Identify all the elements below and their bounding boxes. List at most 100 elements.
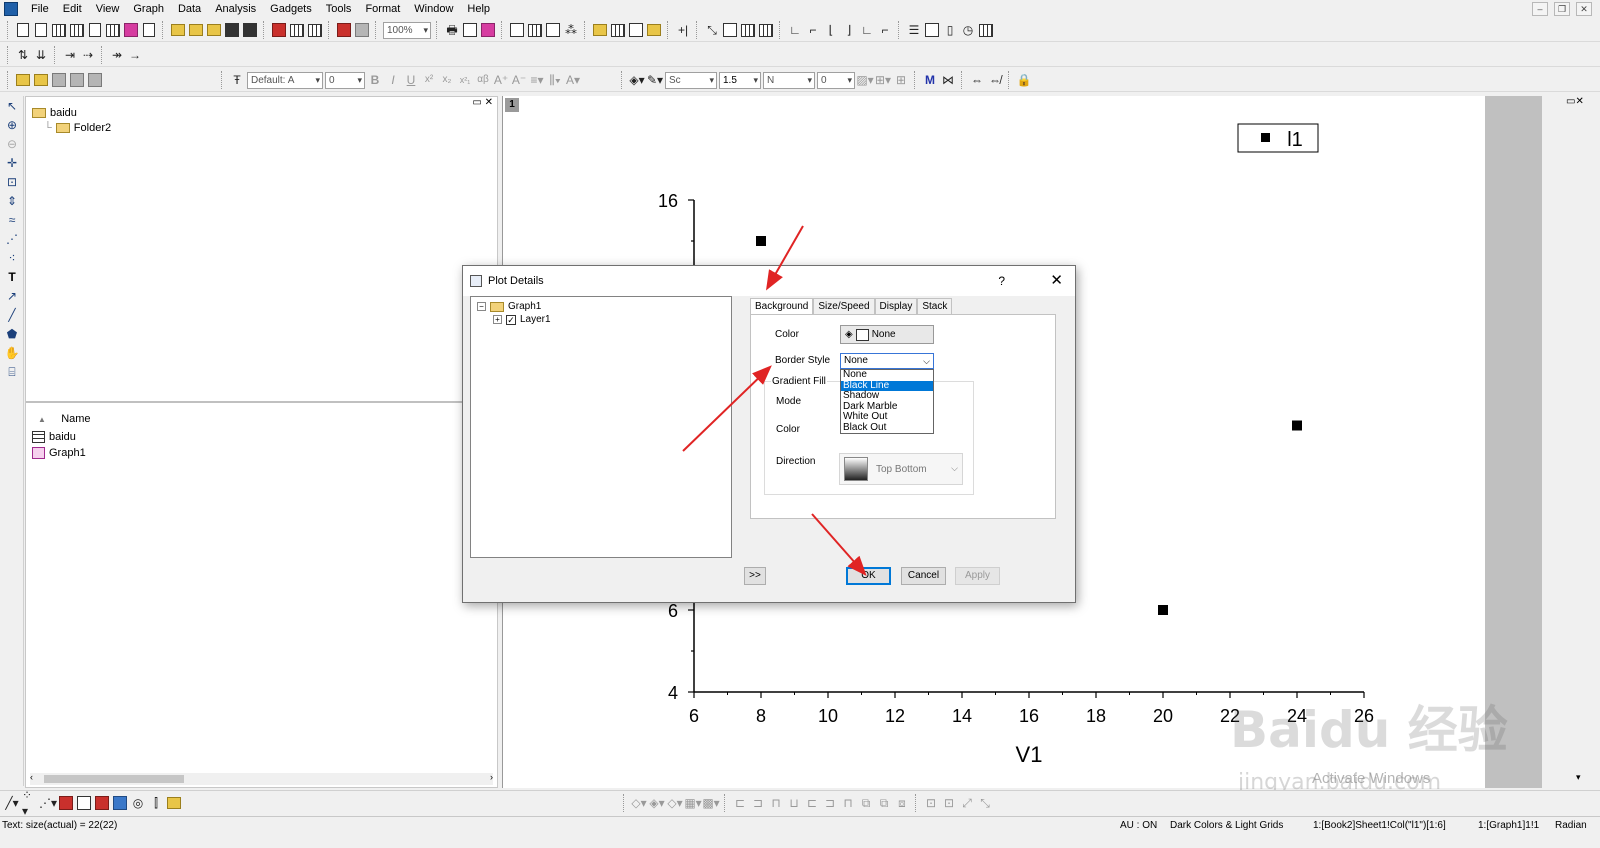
column-align-icon[interactable]: ⫼▾ bbox=[547, 72, 563, 88]
menu-format[interactable]: Format bbox=[358, 0, 407, 18]
3d-bars-icon[interactable]: ▦▾ bbox=[684, 795, 701, 811]
name-column-header[interactable]: ▲ Name bbox=[38, 413, 91, 425]
multi-panel-icon[interactable] bbox=[76, 795, 92, 811]
line-style-select[interactable]: Sc bbox=[665, 71, 717, 89]
align-left-icon[interactable]: ≡▾ bbox=[529, 72, 545, 88]
menu-view[interactable]: View bbox=[89, 0, 127, 18]
subscript-button[interactable]: x₂ bbox=[439, 72, 455, 88]
export-icon[interactable] bbox=[462, 22, 478, 38]
fill-number-select[interactable]: 0 bbox=[817, 71, 855, 89]
expand-column-icon[interactable]: ⇔ bbox=[969, 72, 985, 88]
scroll-right-icon[interactable]: › bbox=[490, 772, 493, 782]
apply-button[interactable]: Apply bbox=[955, 567, 1000, 585]
tab-size-speed[interactable]: Size/Speed bbox=[813, 298, 875, 314]
minimize-icon[interactable]: – bbox=[1532, 2, 1548, 16]
3d-plot-icon[interactable]: ◇▾ bbox=[631, 795, 647, 811]
project-explorer-icon[interactable]: ⁂ bbox=[563, 22, 579, 38]
zoom-select[interactable]: 100% bbox=[383, 21, 431, 39]
duplicate-icon[interactable] bbox=[336, 22, 352, 38]
fit-icon[interactable]: ⤡ bbox=[977, 795, 993, 811]
menu-data[interactable]: Data bbox=[171, 0, 208, 18]
align-bottom-icon[interactable]: ⊔ bbox=[786, 795, 802, 811]
menu-help[interactable]: Help bbox=[460, 0, 497, 18]
scatter-plot-icon[interactable]: ⁘▾ bbox=[22, 788, 38, 818]
bar-chart-icon[interactable] bbox=[94, 795, 110, 811]
scrollbar-thumb[interactable] bbox=[44, 775, 184, 783]
option-shadow[interactable]: Shadow bbox=[841, 390, 933, 402]
tree-folder-baidu[interactable]: baidu bbox=[32, 107, 77, 119]
template-library-icon[interactable] bbox=[166, 795, 182, 811]
hand-tool-icon[interactable]: ✋ bbox=[2, 344, 22, 362]
line-plot-icon[interactable]: ╱▾ bbox=[4, 795, 20, 811]
code-builder-icon[interactable] bbox=[509, 22, 525, 38]
angle-unit-status[interactable]: Radian bbox=[1555, 820, 1587, 831]
add-layer-icon[interactable]: +| bbox=[675, 22, 691, 38]
vertical-scrollbar[interactable]: ▭✕ ▾ bbox=[1562, 96, 1600, 788]
draw-data-icon[interactable]: ⁖ bbox=[2, 249, 22, 267]
pointer-icon[interactable]: ↖ bbox=[2, 97, 22, 115]
line-width-select[interactable]: 1.5 bbox=[719, 71, 761, 89]
italic-button[interactable]: I bbox=[385, 72, 401, 88]
line-symbol-icon[interactable]: ⋰▾ bbox=[39, 795, 57, 811]
command-window-icon[interactable] bbox=[545, 22, 561, 38]
zoom-in-icon[interactable]: ⊕ bbox=[2, 116, 22, 134]
same-width-icon[interactable]: ⊐ bbox=[822, 795, 838, 811]
list-item[interactable]: baidu bbox=[32, 431, 76, 443]
collapse-icon[interactable]: − bbox=[477, 302, 486, 311]
new-folder-icon[interactable] bbox=[33, 22, 49, 38]
copy-page-icon[interactable] bbox=[480, 22, 496, 38]
new-project-icon[interactable] bbox=[15, 22, 31, 38]
save-template-icon[interactable] bbox=[242, 22, 258, 38]
menu-edit[interactable]: Edit bbox=[56, 0, 89, 18]
new-excel-icon[interactable] bbox=[69, 22, 85, 38]
restore-icon[interactable]: ❐ bbox=[1554, 2, 1570, 16]
data-point[interactable] bbox=[1158, 605, 1168, 615]
pattern-icon[interactable]: ▨▾ bbox=[856, 72, 873, 88]
import-icon[interactable] bbox=[271, 22, 287, 38]
tree-folder-folder2[interactable]: └ Folder2 bbox=[44, 122, 111, 134]
active-layer-status[interactable]: 1:[Graph1]1!1 bbox=[1478, 820, 1539, 831]
menu-window[interactable]: Window bbox=[407, 0, 460, 18]
align-center-icon[interactable]: ⊐ bbox=[750, 795, 766, 811]
fill-pattern-select[interactable]: N bbox=[763, 71, 815, 89]
scroll-left-icon[interactable]: ‹ bbox=[30, 772, 33, 782]
3d-surface-icon[interactable]: ◈▾ bbox=[649, 795, 665, 811]
mask-icon[interactable]: M bbox=[922, 72, 938, 88]
group-icon[interactable]: ⧈ bbox=[894, 795, 910, 811]
data-point[interactable] bbox=[756, 236, 766, 246]
back-icon[interactable]: ⧉ bbox=[876, 795, 892, 811]
line-color-icon[interactable]: ✎▾ bbox=[647, 72, 663, 88]
style-icon[interactable] bbox=[15, 72, 31, 88]
move-down-icon[interactable]: ⇊ bbox=[33, 47, 49, 63]
align-left-icon[interactable]: ⊏ bbox=[732, 795, 748, 811]
border-style-select[interactable]: None ⌵ bbox=[840, 353, 934, 369]
worksheet-query-icon[interactable] bbox=[924, 22, 940, 38]
help-icon[interactable]: ? bbox=[998, 274, 1005, 288]
new-function-icon[interactable] bbox=[123, 22, 139, 38]
area-plot-icon[interactable] bbox=[112, 795, 128, 811]
apply-style-icon[interactable] bbox=[33, 72, 49, 88]
superscript-button[interactable]: x² bbox=[421, 72, 437, 88]
timer-icon[interactable]: ◷ bbox=[960, 22, 976, 38]
checkbox-icon[interactable]: ✓ bbox=[506, 314, 516, 325]
unmask-icon[interactable]: ⋈ bbox=[940, 72, 956, 88]
move-right-end-icon[interactable]: ⇢ bbox=[80, 47, 96, 63]
import-multi-icon[interactable] bbox=[289, 22, 305, 38]
arrange-layers-icon[interactable] bbox=[758, 22, 774, 38]
new-graph-icon[interactable] bbox=[87, 22, 103, 38]
print-icon[interactable]: 🖶 bbox=[444, 22, 460, 38]
menu-analysis[interactable]: Analysis bbox=[208, 0, 263, 18]
active-column-status[interactable]: 1:[Book2]Sheet1!Col("l1")[1:6] bbox=[1313, 820, 1446, 831]
layer-content-icon[interactable] bbox=[722, 22, 738, 38]
ok-button[interactable]: OK bbox=[846, 567, 891, 585]
insert-graph-icon[interactable]: ⌸ bbox=[2, 363, 22, 381]
table-border-icon[interactable]: ⊞ bbox=[893, 72, 909, 88]
regroup-icon[interactable]: ⊡ bbox=[941, 795, 957, 811]
fill-color-icon[interactable]: ◈▾ bbox=[629, 72, 645, 88]
tab-stack[interactable]: Stack bbox=[917, 298, 953, 314]
script-window-icon[interactable] bbox=[610, 22, 626, 38]
same-height-icon[interactable]: ⊓ bbox=[840, 795, 856, 811]
supersub-button[interactable]: x²₁ bbox=[457, 72, 473, 88]
stock-plot-icon[interactable]: ⫿ bbox=[148, 795, 164, 811]
polar-plot-icon[interactable]: ◎ bbox=[130, 795, 146, 811]
